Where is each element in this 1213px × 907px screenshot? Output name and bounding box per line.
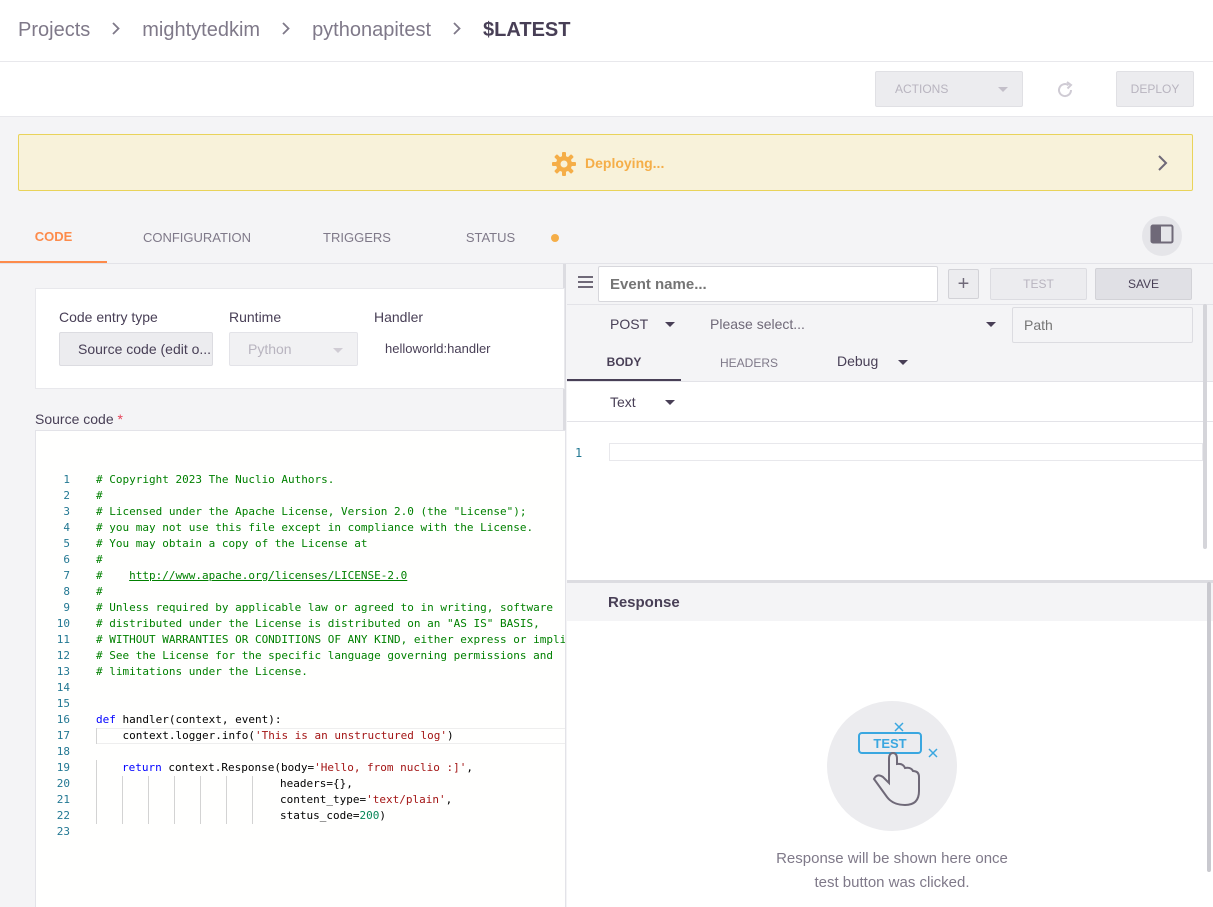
line-number: 1 <box>575 446 583 460</box>
source-code-label: Source code * <box>35 411 123 427</box>
code-line: 12 # See the License for the specific lan… <box>56 649 553 662</box>
code-line: 6 # <box>63 553 103 566</box>
breadcrumb-project[interactable]: mightytedkim <box>142 19 260 42</box>
menu-icon[interactable] <box>578 275 594 289</box>
actions-dropdown[interactable]: ACTIONS <box>875 71 1023 107</box>
response-title: Response <box>608 594 680 611</box>
tab-headers[interactable]: HEADERS <box>701 344 797 381</box>
gear-icon <box>551 151 577 177</box>
code-line: 3 # Licensed under the Apache License, Ve… <box>63 505 527 518</box>
code-line: 15 <box>56 697 70 710</box>
tab-status[interactable]: STATUS <box>457 212 524 263</box>
event-name-input[interactable] <box>598 266 938 302</box>
deploy-button[interactable]: DEPLOY <box>1116 71 1194 107</box>
chevron-right-icon <box>282 21 290 40</box>
code-line: 19 return context.Response(body='Hello, f… <box>56 761 474 774</box>
code-settings-box: Code entry type Source code (edit o... R… <box>35 288 565 389</box>
code-line: 9 # Unless required by applicable law or … <box>63 601 553 614</box>
test-button[interactable]: TEST <box>990 268 1087 300</box>
tab-code[interactable]: CODE <box>0 212 107 263</box>
refresh-icon[interactable] <box>1054 79 1076 101</box>
code-line: 20 headers={}, <box>56 777 353 790</box>
function-toolbar: ACTIONS DEPLOY <box>0 62 1213 117</box>
code-line: 14 <box>56 681 70 694</box>
code-line: 21 content_type='text/plain', <box>56 793 453 806</box>
source-code-label-text: Source code <box>35 411 114 427</box>
breadcrumb: Projects mightytedkim pythonapitest $LAT… <box>0 0 1213 62</box>
code-entry-type-label: Code entry type <box>59 309 158 325</box>
response-scrollbar[interactable] <box>1207 582 1211 872</box>
test-event-header: + TEST SAVE <box>567 264 1213 304</box>
request-row: POST Please select... <box>567 304 1213 344</box>
code-line: 23 <box>56 825 70 838</box>
response-header: Response <box>567 580 1213 621</box>
code-line: 4 # you may not use this file except in c… <box>63 521 534 534</box>
panel-toggle-button[interactable] <box>1142 216 1182 256</box>
code-line: 13 # limitations under the License. <box>56 665 308 678</box>
source-code-editor[interactable]: 1 # Copyright 2023 The Nuclio Authors. 2 #… <box>35 430 566 907</box>
body-type-row: Text <box>567 382 1213 422</box>
caret-down-icon[interactable] <box>986 322 996 327</box>
required-mark: * <box>117 411 123 427</box>
code-panel: Code entry type Source code (edit o... R… <box>0 264 566 907</box>
caret-down-icon <box>333 348 343 353</box>
request-body-editor[interactable]: 1 <box>567 422 1203 580</box>
body-scrollbar[interactable] <box>1203 304 1207 549</box>
request-tabs: BODY HEADERS Debug <box>567 344 1213 382</box>
save-button[interactable]: SAVE <box>1095 268 1192 300</box>
runtime-select[interactable]: Python <box>229 332 358 366</box>
function-tabs: CODE CONFIGURATION TRIGGERS STATUS <box>0 212 1213 264</box>
test-events-panel: + TEST SAVE POST Please select... BODY H… <box>567 264 1213 907</box>
code-line: 2 # <box>63 489 103 502</box>
body-type-select[interactable]: Text <box>610 394 636 410</box>
code-line: 17 context.logger.info('This is an unstr… <box>56 729 454 742</box>
http-method-select[interactable]: POST <box>610 316 648 332</box>
tab-configuration[interactable]: CONFIGURATION <box>137 212 257 263</box>
test-badge-text: TEST <box>873 736 906 751</box>
breadcrumb-version[interactable]: $LATEST <box>483 19 570 42</box>
tab-body[interactable]: BODY <box>567 344 681 381</box>
response-empty-message: Response will be shown here once test bu… <box>750 847 1034 895</box>
code-entry-type-select[interactable]: Source code (edit o... <box>59 332 213 366</box>
runtime-value: Python <box>248 341 292 357</box>
path-input[interactable] <box>1012 307 1193 343</box>
code-line: 8 # <box>63 585 103 598</box>
code-line: 7 # http://www.apache.org/licenses/LICENS… <box>63 569 408 582</box>
chevron-right-icon[interactable] <box>1156 153 1170 173</box>
response-message-line-2: test button was clicked. <box>814 874 970 891</box>
code-line: 16 def handler(context, event): <box>56 713 282 726</box>
code-line: 1 # Copyright 2023 The Nuclio Authors. <box>63 473 335 486</box>
breadcrumb-projects[interactable]: Projects <box>18 19 90 42</box>
code-line: 22 status_code=200) <box>56 809 386 822</box>
caret-down-icon[interactable] <box>898 360 908 365</box>
code-line: 10 # distributed under the License is dis… <box>56 617 540 630</box>
code-line: 11 # WITHOUT WARRANTIES OR CONDITIONS OF … <box>56 633 566 646</box>
caret-down-icon <box>998 87 1008 92</box>
log-level-select[interactable]: Debug <box>837 353 878 369</box>
code-line: 5 # You may obtain a copy of the License … <box>63 537 368 550</box>
status-indicator-dot <box>551 234 559 242</box>
caret-down-icon[interactable] <box>665 322 675 327</box>
handler-label: Handler <box>374 309 424 325</box>
add-event-button[interactable]: + <box>948 269 979 299</box>
chevron-right-icon <box>112 21 121 40</box>
body-current-line <box>609 443 1203 461</box>
actions-label: ACTIONS <box>895 82 949 96</box>
deploy-status-text: Deploying... <box>585 155 665 171</box>
tab-triggers[interactable]: TRIGGERS <box>317 212 397 263</box>
caret-down-icon[interactable] <box>665 400 675 405</box>
split-panel-icon <box>1150 224 1174 249</box>
handler-input[interactable]: helloworld:handler <box>385 341 491 356</box>
response-message-line-1: Response will be shown here once <box>776 850 1008 867</box>
chevron-right-icon <box>453 21 461 40</box>
url-select[interactable]: Please select... <box>710 316 805 332</box>
deploy-status-banner[interactable]: Deploying... <box>18 134 1193 191</box>
runtime-label: Runtime <box>229 309 282 325</box>
breadcrumb-function[interactable]: pythonapitest <box>312 19 431 42</box>
code-line: 18 <box>56 745 70 758</box>
test-click-illustration: TEST <box>827 701 957 831</box>
license-link[interactable]: http://www.apache.org/licenses/LICENSE-2… <box>129 569 407 582</box>
